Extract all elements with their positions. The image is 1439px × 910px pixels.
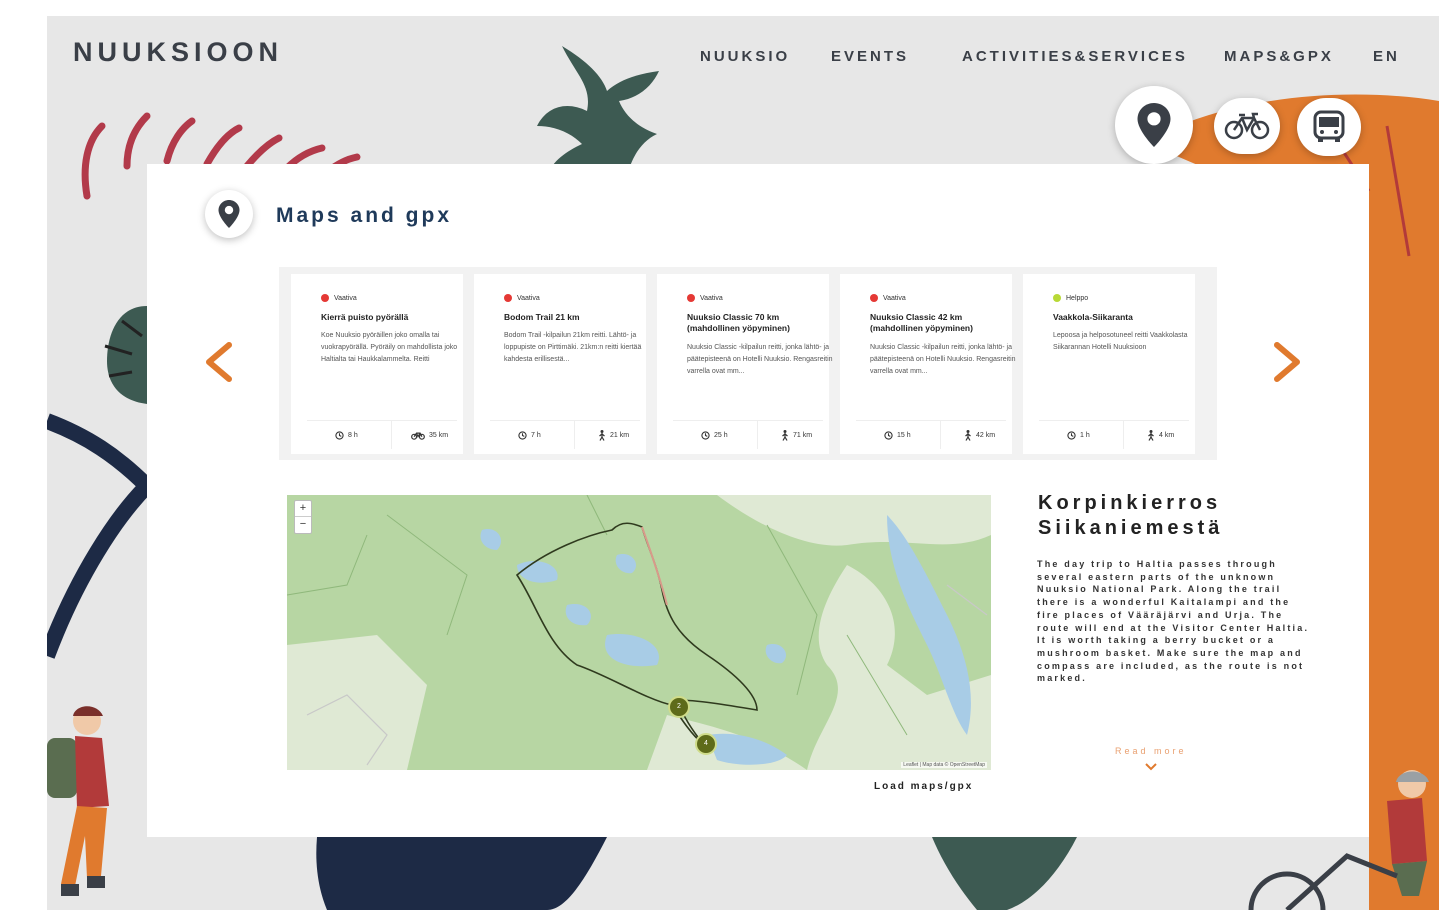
difficulty-dot [504, 294, 512, 302]
bicycle-icon [411, 432, 425, 440]
distance: 21 km [598, 421, 629, 449]
difficulty-badge: Vaativa [504, 294, 540, 302]
difficulty-badge: Vaativa [870, 294, 906, 302]
carousel-prev-button[interactable] [199, 339, 239, 385]
difficulty-badge: Vaativa [687, 294, 723, 302]
route-card-description: Nuuksio Classic -kilpailun reitti, jonka… [870, 344, 1016, 375]
distance: 35 km [411, 421, 448, 449]
route-card[interactable]: Vaativa Nuuksio Classic 70 km (mahdollin… [657, 274, 833, 454]
nav-item-activities-services[interactable]: ACTIVITIES&SERVICES [962, 48, 1188, 65]
maps-panel: Maps and gpx Vaativa Kierrä puisto pyörä… [147, 164, 1369, 837]
duration: 8 h [335, 421, 358, 449]
route-card-footer: 25 h 71 km [673, 420, 823, 449]
route-card[interactable]: Vaativa Bodom Trail 21 km Bodom Trail -k… [474, 274, 646, 454]
duration: 7 h [518, 421, 541, 449]
route-card[interactable]: Helppo Vaakkola-Siikaranta Lepoosa ja he… [1023, 274, 1195, 454]
map-tiles [287, 495, 991, 770]
route-card-description: Nuuksio Classic -kilpailun reitti, jonka… [687, 344, 833, 375]
zoom-in-button[interactable]: + [295, 501, 311, 516]
difficulty-badge: Helppo [1053, 294, 1088, 302]
nav-item-nuuksio[interactable]: NUUKSIO [700, 48, 790, 65]
distance: 71 km [781, 421, 812, 449]
route-card-title: Kierrä puisto pyörällä [321, 312, 409, 322]
map-marker[interactable]: 4 [695, 733, 717, 755]
clock-icon [701, 430, 710, 440]
route-card-footer: 1 h 4 km [1039, 420, 1189, 449]
mode-bicycle-button[interactable] [1214, 98, 1280, 154]
route-card[interactable]: Vaativa Kierrä puisto pyörällä Koe Nuuks… [291, 274, 463, 454]
hiker-icon [965, 429, 971, 441]
location-pin-icon [1137, 103, 1171, 147]
hiker-icon [1148, 429, 1154, 441]
clock-icon [1067, 430, 1076, 440]
nav-item-events[interactable]: EVENTS [831, 48, 909, 65]
route-card-title: Vaakkola-Siikaranta [1053, 312, 1133, 322]
map-attribution[interactable]: Leaflet | Map data © OpenStreetMap [901, 762, 987, 768]
clock-icon [518, 430, 527, 440]
location-pin-icon [218, 200, 240, 228]
duration: 25 h [701, 421, 728, 449]
route-card-footer: 15 h 42 km [856, 420, 1006, 449]
distance: 42 km [964, 421, 995, 449]
chevron-down-icon[interactable] [1144, 762, 1158, 772]
difficulty-dot [1053, 294, 1061, 302]
page-title: Maps and gpx [276, 204, 453, 227]
nav-item-language-en[interactable]: EN [1373, 48, 1400, 65]
page-background: NUUKSIOON NUUKSIO EVENTS ACTIVITIES&SERV… [47, 16, 1439, 910]
nav-item-maps-gpx[interactable]: MAPS&GPX [1224, 48, 1334, 65]
route-title: Korpinkierros Siikaniemestä [1038, 492, 1224, 539]
chevron-right-icon [1274, 342, 1300, 382]
route-card[interactable]: Vaativa Nuuksio Classic 42 km (mahdollin… [840, 274, 1016, 454]
mode-bus-button[interactable] [1297, 98, 1361, 156]
difficulty-dot [870, 294, 878, 302]
duration: 15 h [884, 421, 911, 449]
bicycle-icon [1224, 112, 1270, 140]
mode-location-button[interactable] [1115, 86, 1193, 164]
hiker-icon [599, 429, 605, 441]
chevron-left-icon [206, 342, 232, 382]
clock-icon [335, 430, 344, 440]
map-zoom-control: + − [294, 500, 312, 534]
duration: 1 h [1067, 421, 1090, 449]
carousel-next-button[interactable] [1267, 339, 1307, 385]
load-maps-link[interactable]: Load maps/gpx [874, 781, 973, 792]
zoom-out-button[interactable]: − [295, 516, 311, 532]
section-pin-badge [205, 190, 253, 238]
hiker-icon [782, 429, 788, 441]
route-card-carousel: Vaativa Kierrä puisto pyörällä Koe Nuuks… [279, 267, 1217, 460]
route-card-description: Koe Nuuksio pyöräillen joko omalla tai v… [321, 332, 458, 363]
map-marker[interactable]: 2 [668, 696, 690, 718]
clock-icon [884, 430, 893, 440]
bus-icon [1313, 110, 1345, 142]
route-card-title: Nuuksio Classic 70 km (mahdollinen yöpym… [687, 312, 790, 333]
difficulty-dot [321, 294, 329, 302]
difficulty-badge: Vaativa [321, 294, 357, 302]
route-card-title: Nuuksio Classic 42 km (mahdollinen yöpym… [870, 312, 973, 333]
route-card-description: Lepoosa ja helposotuneel reitti Vaakkola… [1053, 332, 1188, 351]
route-map[interactable]: + − 2 4 Leaflet | Map data © OpenStreetM… [287, 495, 991, 770]
route-card-footer: 7 h 21 km [490, 420, 640, 449]
difficulty-dot [687, 294, 695, 302]
route-card-title: Bodom Trail 21 km [504, 312, 580, 322]
read-more-link[interactable]: Read more [1115, 746, 1187, 756]
site-logo[interactable]: NUUKSIOON [73, 37, 283, 68]
route-card-footer: 8 h 35 km [307, 420, 457, 449]
route-card-description: Bodom Trail -kilpailun 21km reitti. Läht… [504, 332, 642, 363]
distance: 4 km [1147, 421, 1174, 449]
route-description: The day trip to Haltia passes through se… [1037, 559, 1310, 684]
